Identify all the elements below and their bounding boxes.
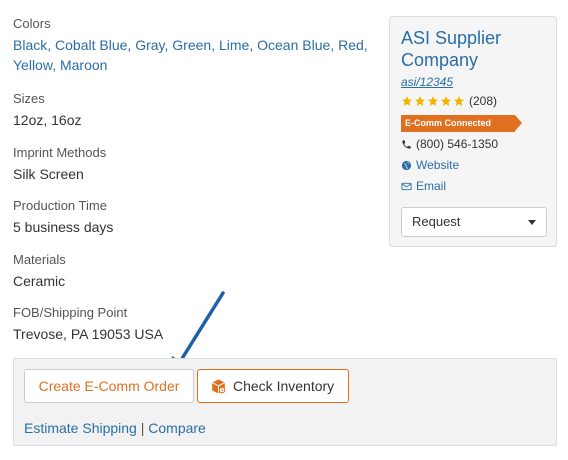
compare-link[interactable]: Compare (148, 420, 206, 436)
imprint-section: Imprint Methods Silk Screen (13, 145, 106, 184)
materials-value: Ceramic (13, 273, 66, 289)
color-link-gray[interactable]: Gray (135, 37, 164, 53)
star-icon (428, 96, 438, 106)
actions-panel: Create E-Comm Order Check Inventory Esti… (13, 358, 557, 446)
star-icon (402, 96, 412, 106)
star-icon (415, 96, 425, 106)
colors-list: Black, Cobalt Blue, Gray, Green, Lime, O… (13, 37, 368, 73)
color-link-ocean-blue[interactable]: Ocean Blue (257, 37, 330, 53)
star-icon (441, 96, 451, 106)
imprint-label: Imprint Methods (13, 145, 107, 160)
supplier-website-link[interactable]: Website (401, 158, 459, 172)
production-value: 5 business days (13, 219, 114, 235)
production-section: Production Time 5 business days (13, 198, 113, 237)
materials-label: Materials (13, 252, 66, 267)
colors-label: Colors (13, 16, 51, 31)
phone-number: (800) 546-1350 (416, 137, 499, 151)
rating-stars (401, 95, 465, 107)
sizes-section: Sizes 12oz, 16oz (13, 91, 82, 130)
fob-label: FOB/Shipping Point (13, 305, 128, 320)
bottom-links: Estimate Shipping | Compare (24, 420, 206, 436)
color-link-red[interactable]: Red (338, 37, 364, 53)
imprint-value: Silk Screen (13, 166, 84, 182)
envelope-icon (401, 182, 412, 190)
color-link-black[interactable]: Black (13, 37, 47, 53)
website-label: Website (416, 158, 460, 172)
check-inventory-button[interactable]: Check Inventory (197, 369, 349, 403)
badge-tip (515, 115, 522, 131)
check-inventory-label: Check Inventory (233, 378, 335, 394)
color-link-lime[interactable]: Lime (219, 37, 249, 53)
supplier-card: ASI Supplier Company asi/12345 (208) E-C… (389, 16, 557, 247)
supplier-name[interactable]: ASI Supplier Company (401, 27, 551, 71)
globe-icon (401, 160, 412, 170)
sizes-value: 12oz, 16oz (13, 112, 82, 128)
color-link-cobalt-blue[interactable]: Cobalt Blue (55, 37, 127, 53)
email-label: Email (416, 179, 447, 193)
color-link-yellow[interactable]: Yellow (13, 57, 52, 73)
sizes-label: Sizes (13, 91, 45, 106)
phone-icon (402, 139, 411, 149)
production-label: Production Time (13, 198, 107, 213)
supplier-rating[interactable]: (208) (401, 94, 497, 108)
link-separator: | (140, 420, 145, 436)
request-dropdown[interactable]: Request (401, 207, 547, 237)
supplier-email-link[interactable]: Email (401, 179, 446, 193)
request-label: Request (412, 214, 461, 229)
caret-down-icon (528, 220, 536, 225)
estimate-shipping-link[interactable]: Estimate Shipping (24, 420, 137, 436)
create-ecomm-order-button[interactable]: Create E-Comm Order (24, 369, 194, 403)
rating-count: (208) (469, 94, 498, 108)
color-link-maroon[interactable]: Maroon (60, 57, 107, 73)
inventory-box-icon (211, 378, 226, 394)
star-icon (454, 96, 464, 106)
fob-value: Trevose, PA 19053 USA (13, 326, 164, 342)
colors-section: Colors Black, Cobalt Blue, Gray, Green, … (13, 16, 378, 75)
supplier-asi-id[interactable]: asi/12345 (401, 75, 453, 89)
ecomm-connected-badge: E-Comm Connected (401, 115, 515, 132)
fob-section: FOB/Shipping Point Trevose, PA 19053 USA (13, 305, 163, 344)
color-link-green[interactable]: Green (172, 37, 211, 53)
supplier-phone: (800) 546-1350 (401, 137, 498, 151)
materials-section: Materials Ceramic (13, 252, 66, 291)
